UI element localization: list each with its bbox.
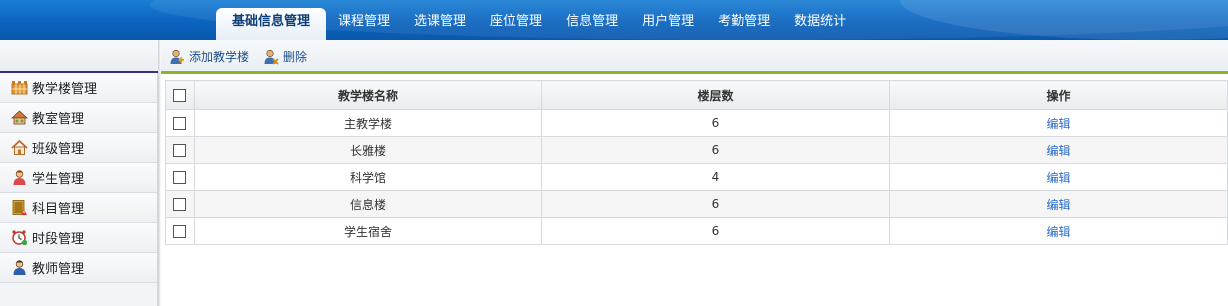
tab-course-selection[interactable]: 选课管理	[402, 8, 478, 40]
classroom-icon	[10, 109, 29, 126]
sidebar-item-subject[interactable]: 科目管理	[0, 193, 157, 223]
add-building-button[interactable]: 添加教学楼	[169, 48, 249, 65]
row-select-cell	[165, 190, 195, 218]
sidebar-item-class[interactable]: 班级管理	[0, 133, 157, 163]
cell-building-name: 长雅楼	[194, 136, 542, 164]
user-add-icon	[169, 49, 185, 65]
sidebar: 教学楼管理 教室管理 班级管理 学生管理 科目管理 时段管理 教师管理	[0, 73, 158, 306]
sidebar-item-timeslot[interactable]: 时段管理	[0, 223, 157, 253]
toolbar-underline	[160, 71, 1228, 74]
user-delete-icon	[263, 49, 279, 65]
top-nav-bar: 基础信息管理 课程管理 选课管理 座位管理 信息管理 用户管理 考勤管理 数据统…	[0, 0, 1228, 40]
tab-statistics[interactable]: 数据统计	[782, 8, 858, 40]
row-checkbox[interactable]	[173, 198, 186, 211]
cell-floors: 6	[541, 136, 890, 164]
building-icon	[11, 79, 28, 96]
tab-course[interactable]: 课程管理	[326, 8, 402, 40]
row-select-cell	[165, 109, 195, 137]
table-row: 长雅楼 6 编辑	[165, 136, 1228, 164]
cell-building-name: 学生宿舍	[194, 217, 542, 245]
cell-action: 编辑	[889, 163, 1228, 191]
edit-link[interactable]: 编辑	[1046, 117, 1070, 131]
edit-link[interactable]: 编辑	[1046, 171, 1070, 185]
select-all-checkbox[interactable]	[173, 89, 186, 102]
sidebar-edge	[158, 40, 161, 306]
student-icon	[11, 169, 28, 186]
edit-link[interactable]: 编辑	[1046, 144, 1070, 158]
teacher-icon	[11, 259, 28, 276]
cell-floors: 4	[541, 163, 890, 191]
table-row: 学生宿舍 6 编辑	[165, 217, 1228, 245]
row-select-cell	[165, 217, 195, 245]
table-header-row: 教学楼名称 楼层数 操作	[165, 80, 1228, 110]
sidebar-item-label: 班级管理	[32, 142, 85, 157]
sidebar-item-label: 教室管理	[32, 112, 85, 127]
book-icon	[11, 199, 28, 216]
header-floors: 楼层数	[541, 80, 890, 110]
table-row: 主教学楼 6 编辑	[165, 109, 1228, 137]
house-icon	[11, 139, 28, 156]
sidebar-item-classroom[interactable]: 教室管理	[0, 103, 157, 133]
sidebar-item-label: 学生管理	[32, 172, 85, 187]
cell-action: 编辑	[889, 136, 1228, 164]
cell-action: 编辑	[889, 217, 1228, 245]
row-checkbox[interactable]	[173, 171, 186, 184]
building-table: 教学楼名称 楼层数 操作 主教学楼 6 编辑 长雅楼 6 编辑 科学馆 4 编辑…	[165, 80, 1228, 245]
cell-action: 编辑	[889, 190, 1228, 218]
row-checkbox[interactable]	[173, 117, 186, 130]
toolbar: 添加教学楼 删除	[160, 40, 321, 73]
tab-user[interactable]: 用户管理	[630, 8, 706, 40]
delete-label: 删除	[283, 50, 308, 64]
tab-seat[interactable]: 座位管理	[478, 8, 554, 40]
sidebar-item-teacher[interactable]: 教师管理	[0, 253, 157, 283]
table-row: 信息楼 6 编辑	[165, 190, 1228, 218]
sidebar-item-label: 教学楼管理	[32, 82, 98, 97]
row-select-cell	[165, 136, 195, 164]
row-select-cell	[165, 163, 195, 191]
edit-link[interactable]: 编辑	[1046, 198, 1070, 212]
cell-building-name: 科学馆	[194, 163, 542, 191]
tab-attendance[interactable]: 考勤管理	[706, 8, 782, 40]
cell-building-name: 主教学楼	[194, 109, 542, 137]
clock-icon	[11, 229, 28, 246]
cell-action: 编辑	[889, 109, 1228, 137]
cell-floors: 6	[541, 109, 890, 137]
header-action: 操作	[889, 80, 1228, 110]
add-building-label: 添加教学楼	[189, 50, 250, 64]
table-row: 科学馆 4 编辑	[165, 163, 1228, 191]
cell-floors: 6	[541, 217, 890, 245]
row-checkbox[interactable]	[173, 144, 186, 157]
sidebar-item-label: 教师管理	[32, 262, 85, 277]
select-all-cell	[165, 80, 195, 110]
sidebar-item-building[interactable]: 教学楼管理	[0, 73, 157, 103]
sidebar-item-student[interactable]: 学生管理	[0, 163, 157, 193]
row-checkbox[interactable]	[173, 225, 186, 238]
sidebar-item-label: 时段管理	[32, 232, 85, 247]
cell-building-name: 信息楼	[194, 190, 542, 218]
tab-basic-info[interactable]: 基础信息管理	[216, 8, 327, 40]
edit-link[interactable]: 编辑	[1046, 225, 1070, 239]
nav-tabs: 基础信息管理 课程管理 选课管理 座位管理 信息管理 用户管理 考勤管理 数据统…	[216, 8, 858, 40]
delete-button[interactable]: 删除	[263, 48, 307, 65]
header-building-name: 教学楼名称	[194, 80, 542, 110]
sidebar-item-label: 科目管理	[32, 202, 85, 217]
tab-info[interactable]: 信息管理	[554, 8, 630, 40]
cell-floors: 6	[541, 190, 890, 218]
